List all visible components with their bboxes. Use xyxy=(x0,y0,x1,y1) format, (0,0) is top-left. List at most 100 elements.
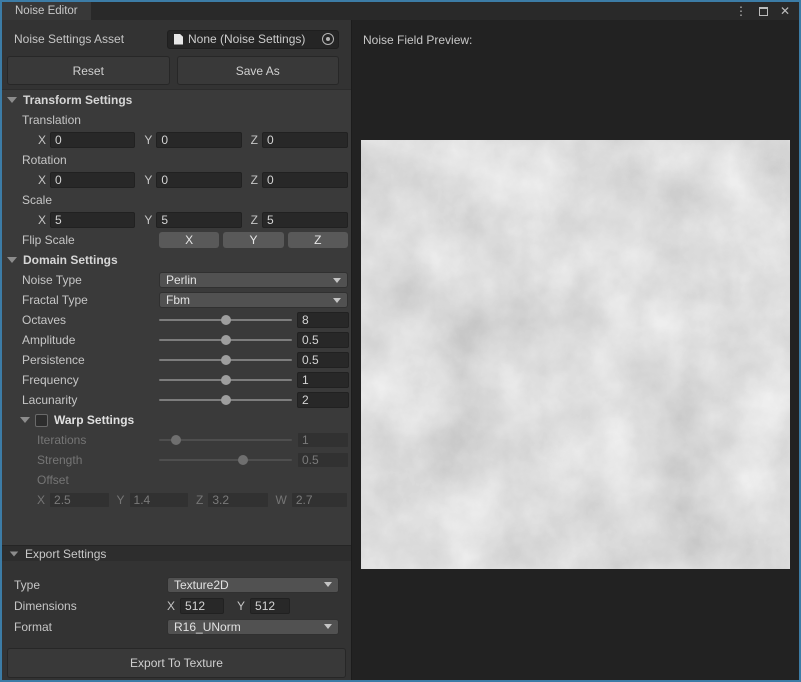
chevron-down-icon xyxy=(324,582,332,587)
settings-area: Transform Settings Translation X Y Z Rot… xyxy=(2,90,351,545)
slider-thumb[interactable] xyxy=(221,355,231,365)
chevron-down-icon xyxy=(333,278,341,283)
slider-thumb[interactable] xyxy=(221,395,231,405)
section-title: Warp Settings xyxy=(54,413,134,427)
noise-type-dropdown[interactable]: Perlin xyxy=(159,272,348,288)
scale-z-field[interactable] xyxy=(262,212,348,228)
z-axis-label: Z xyxy=(196,493,203,507)
warp-settings-foldout[interactable]: Warp Settings xyxy=(2,410,351,430)
persistence-slider[interactable] xyxy=(159,352,292,368)
flip-scale-row: Flip Scale X Y Z xyxy=(2,230,351,250)
type-label: Type xyxy=(14,578,167,592)
fractal-type-label: Fractal Type xyxy=(22,293,159,307)
preview-pane: Noise Field Preview: xyxy=(352,20,799,680)
offset-z-field xyxy=(207,492,268,508)
amplitude-field[interactable] xyxy=(297,332,349,348)
foldout-arrow-icon xyxy=(7,97,17,103)
kebab-menu-icon[interactable]: ⋮ xyxy=(733,3,749,19)
rotation-x-field[interactable] xyxy=(50,172,135,188)
format-row: Format R16_UNorm xyxy=(2,616,351,637)
export-settings-foldout[interactable]: Export Settings xyxy=(2,545,351,561)
iterations-row: Iterations xyxy=(2,430,351,450)
foldout-arrow-icon xyxy=(7,257,17,263)
flip-y-button[interactable]: Y xyxy=(223,232,283,248)
noise-settings-asset-row: Noise Settings Asset None (Noise Setting… xyxy=(2,29,351,49)
script-asset-icon xyxy=(174,34,183,45)
dimensions-y-field[interactable] xyxy=(250,598,290,614)
scale-x-field[interactable] xyxy=(50,212,135,228)
slider-thumb xyxy=(238,455,248,465)
translation-label: Translation xyxy=(2,110,351,130)
lacunarity-slider[interactable] xyxy=(159,392,292,408)
offset-w-field xyxy=(291,492,348,508)
export-type-dropdown[interactable]: Texture2D xyxy=(167,577,339,593)
y-axis-label: Y xyxy=(144,173,152,187)
persistence-field[interactable] xyxy=(297,352,349,368)
format-dropdown[interactable]: R16_UNorm xyxy=(167,619,339,635)
lacunarity-field[interactable] xyxy=(297,392,349,408)
scale-fields: X Y Z xyxy=(2,210,351,230)
iterations-field xyxy=(297,432,349,448)
octaves-row: Octaves xyxy=(2,310,351,330)
reset-button[interactable]: Reset xyxy=(7,56,170,85)
noise-preview-image xyxy=(361,140,790,569)
translation-fields: X Y Z xyxy=(2,130,351,150)
object-picker-icon[interactable] xyxy=(322,33,334,45)
rotation-z-field[interactable] xyxy=(262,172,348,188)
foldout-arrow-icon xyxy=(10,551,19,556)
flip-x-button[interactable]: X xyxy=(159,232,219,248)
tab-noise-editor[interactable]: Noise Editor xyxy=(2,2,91,20)
export-settings-body: Type Texture2D Dimensions X Y Format R16… xyxy=(2,561,351,680)
slider-thumb[interactable] xyxy=(221,375,231,385)
window-controls: ⋮ ✕ xyxy=(733,2,799,20)
flip-z-button[interactable]: Z xyxy=(288,232,348,248)
x-axis-label: X xyxy=(38,213,46,227)
asset-value: None (Noise Settings) xyxy=(188,32,305,46)
asset-object-field[interactable]: None (Noise Settings) xyxy=(167,30,339,49)
lacunarity-row: Lacunarity xyxy=(2,390,351,410)
settings-panel: Noise Settings Asset None (Noise Setting… xyxy=(2,20,352,680)
dimensions-x-field[interactable] xyxy=(180,598,224,614)
z-axis-label: Z xyxy=(251,133,258,147)
toolbar: Noise Settings Asset None (Noise Setting… xyxy=(2,20,351,90)
strength-slider xyxy=(159,452,292,468)
strength-row: Strength xyxy=(2,450,351,470)
rotation-fields: X Y Z xyxy=(2,170,351,190)
fractal-type-dropdown[interactable]: Fbm xyxy=(159,292,348,308)
translation-y-field[interactable] xyxy=(156,132,241,148)
save-as-button[interactable]: Save As xyxy=(177,56,340,85)
warp-enabled-checkbox[interactable] xyxy=(35,414,48,427)
slider-thumb[interactable] xyxy=(221,335,231,345)
section-title: Transform Settings xyxy=(23,93,132,107)
offset-y-field xyxy=(129,492,189,508)
slider-thumb[interactable] xyxy=(221,315,231,325)
y-axis-label: Y xyxy=(144,133,152,147)
amplitude-slider[interactable] xyxy=(159,332,292,348)
translation-z-field[interactable] xyxy=(262,132,348,148)
octaves-slider[interactable] xyxy=(159,312,292,328)
format-label: Format xyxy=(14,620,167,634)
section-title: Export Settings xyxy=(25,547,106,561)
x-axis-label: X xyxy=(167,599,175,613)
frequency-slider[interactable] xyxy=(159,372,292,388)
frequency-field[interactable] xyxy=(297,372,349,388)
rotation-label: Rotation xyxy=(2,150,351,170)
rotation-y-field[interactable] xyxy=(156,172,241,188)
close-icon[interactable]: ✕ xyxy=(777,3,793,19)
chevron-down-icon xyxy=(333,298,341,303)
export-to-texture-button[interactable]: Export To Texture xyxy=(7,648,346,678)
scale-y-field[interactable] xyxy=(156,212,241,228)
slider-thumb xyxy=(171,435,181,445)
z-axis-label: Z xyxy=(251,173,258,187)
offset-label-row: Offset xyxy=(2,470,351,490)
fractal-type-row: Fractal Type Fbm xyxy=(2,290,351,310)
y-axis-label: Y xyxy=(117,493,125,507)
octaves-field[interactable] xyxy=(297,312,349,328)
domain-settings-foldout[interactable]: Domain Settings xyxy=(2,250,351,270)
transform-settings-foldout[interactable]: Transform Settings xyxy=(2,90,351,110)
noise-type-row: Noise Type Perlin xyxy=(2,270,351,290)
maximize-icon[interactable] xyxy=(755,3,771,19)
noise-editor-window: Noise Editor ⋮ ✕ Noise Settings Asset No… xyxy=(0,0,801,682)
offset-x-field xyxy=(49,492,109,508)
translation-x-field[interactable] xyxy=(50,132,135,148)
